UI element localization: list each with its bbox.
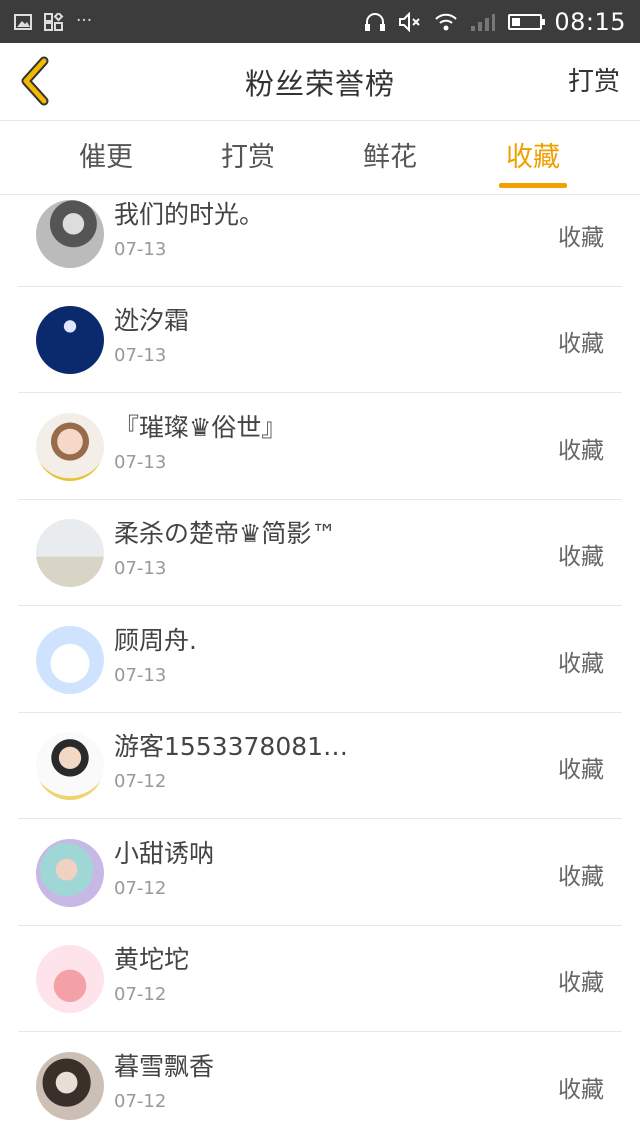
- list-item[interactable]: 游客1553378081… 07-12 收藏: [18, 713, 622, 819]
- avatar: [36, 945, 104, 1013]
- tab-label: 催更: [79, 142, 133, 173]
- item-action: 收藏: [558, 225, 604, 251]
- avatar: [36, 306, 104, 374]
- reward-button[interactable]: 打赏: [568, 61, 620, 98]
- avatar: [36, 839, 104, 907]
- status-bar: ··· 08:15: [0, 0, 640, 43]
- item-action: 收藏: [558, 544, 604, 570]
- image-icon: [14, 13, 32, 30]
- status-time: 08:15: [554, 7, 626, 36]
- apps-icon: [44, 12, 64, 31]
- tab-favorites[interactable]: 收藏: [493, 135, 573, 188]
- wifi-icon: [435, 13, 458, 30]
- user-name: 我们的时光。: [114, 200, 265, 229]
- item-date: 07-13: [114, 452, 167, 473]
- avatar: [36, 626, 104, 694]
- signal-icon: [471, 13, 496, 31]
- battery-icon: [508, 13, 546, 30]
- mute-icon: [399, 11, 421, 32]
- item-date: 07-12: [114, 1091, 167, 1112]
- user-name: 小甜诱呐: [114, 839, 215, 868]
- tab-flowers[interactable]: 鲜花: [350, 135, 430, 174]
- user-name: 暮雪飘香: [114, 1052, 215, 1081]
- tab-reward[interactable]: 打赏: [208, 135, 288, 174]
- item-date: 07-13: [114, 239, 167, 260]
- avatar: [36, 732, 104, 800]
- fan-list: 我们的时光。 07-13 收藏 迯汐霜 07-13 收藏 『璀璨♛俗世』 07-…: [0, 195, 640, 1138]
- chevron-left-icon: [21, 56, 49, 106]
- item-date: 07-12: [114, 984, 167, 1005]
- avatar: [36, 519, 104, 587]
- item-date: 07-13: [114, 665, 167, 686]
- item-date: 07-13: [114, 345, 167, 366]
- page-header: 粉丝荣誉榜 打赏: [0, 43, 640, 121]
- item-action: 收藏: [558, 757, 604, 783]
- list-item[interactable]: 柔杀の楚帝♛简影™ 07-13 收藏: [18, 500, 622, 606]
- tab-label: 收藏: [506, 142, 560, 173]
- page-title: 粉丝荣誉榜: [244, 66, 395, 101]
- tab-bar: 催更 打赏 鲜花 收藏: [0, 121, 640, 195]
- user-name: 『璀璨♛俗世』: [114, 413, 287, 442]
- more-icon: ···: [76, 11, 93, 31]
- list-item[interactable]: 我们的时光。 07-13 收藏: [18, 195, 622, 287]
- headphones-icon: [365, 12, 386, 31]
- user-name: 柔杀の楚帝♛简影™: [114, 519, 337, 548]
- item-action: 收藏: [558, 651, 604, 677]
- list-item[interactable]: 黄坨坨 07-12 收藏: [18, 926, 622, 1032]
- avatar: [36, 1052, 104, 1120]
- tab-label: 打赏: [221, 142, 275, 173]
- list-item[interactable]: 迯汐霜 07-13 收藏: [18, 287, 622, 393]
- item-action: 收藏: [558, 970, 604, 996]
- avatar: [36, 413, 104, 481]
- user-name: 迯汐霜: [114, 306, 190, 335]
- item-date: 07-13: [114, 558, 167, 579]
- list-item[interactable]: 暮雪飘香 07-12 收藏: [18, 1033, 622, 1138]
- tab-label: 鲜花: [363, 142, 417, 173]
- user-name: 游客1553378081…: [114, 732, 349, 761]
- item-action: 收藏: [558, 1077, 604, 1103]
- tab-underline: [499, 183, 567, 188]
- item-action: 收藏: [558, 864, 604, 890]
- back-button[interactable]: [14, 55, 64, 107]
- item-date: 07-12: [114, 771, 167, 792]
- tab-urge[interactable]: 催更: [66, 135, 146, 174]
- list-item[interactable]: 顾周舟. 07-13 收藏: [18, 607, 622, 713]
- list-item[interactable]: 『璀璨♛俗世』 07-13 收藏: [18, 394, 622, 500]
- user-name: 黄坨坨: [114, 945, 190, 974]
- avatar: [36, 200, 104, 268]
- list-item[interactable]: 小甜诱呐 07-12 收藏: [18, 820, 622, 926]
- item-action: 收藏: [558, 331, 604, 357]
- user-name: 顾周舟.: [114, 626, 197, 655]
- item-date: 07-12: [114, 878, 167, 899]
- item-action: 收藏: [558, 438, 604, 464]
